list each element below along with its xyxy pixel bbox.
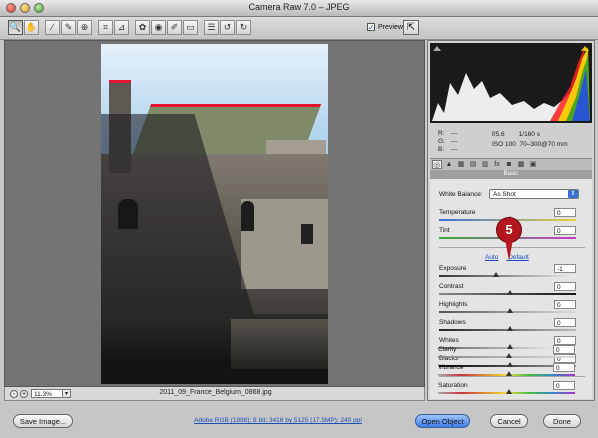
preview-label: Preview (378, 23, 403, 31)
slider-thumb[interactable] (506, 389, 512, 394)
tool-group: 🔍 ✋ ⁄ ✎ ⊕ ⌗ ⊿ ✿ ◉ ✐ ▭ ☰ ↺ ↻ (8, 20, 252, 36)
color-sampler-tool-button[interactable]: ✎ (61, 20, 76, 35)
rgb-labels: R: G: B: (438, 130, 445, 153)
whites-field[interactable]: 0 (554, 336, 576, 345)
exposure-field[interactable]: -1 (554, 264, 576, 273)
camera-raw-window: Camera Raw 7.0 – JPEG 🔍 ✋ ⁄ ✎ ⊕ ⌗ ⊿ ✿ ◉ … (0, 0, 598, 438)
straighten-tool-button[interactable]: ⊿ (114, 20, 129, 35)
contrast-slider[interactable]: Contrast 0 (439, 282, 585, 298)
histogram (430, 43, 592, 123)
hsl-tab[interactable]: ▤ (468, 160, 478, 169)
auto-link[interactable]: Auto (485, 254, 498, 261)
workflow-options-link[interactable]: Adobe RGB (1998); 8 bit; 3416 by 5125 (1… (160, 417, 396, 424)
preferences-button[interactable]: ☰ (204, 20, 219, 35)
temperature-field[interactable]: 0 (554, 208, 576, 217)
preview-checkbox[interactable]: ✓ (367, 23, 375, 32)
saturation-field[interactable]: 0 (553, 381, 575, 390)
presets-tab[interactable]: ▩ (516, 160, 526, 169)
exif-info: f/5.6 1/160 s ISO 100 70–300@70 mm (492, 131, 568, 148)
highlights-slider[interactable]: Highlights 0 (439, 300, 585, 316)
contrast-field[interactable]: 0 (554, 282, 576, 291)
slider-thumb[interactable] (507, 290, 513, 295)
status-bar: - + 11.3% ▾ 2011_09_France_Belgium_0868.… (4, 387, 425, 401)
slider-thumb[interactable] (506, 353, 512, 358)
title-bar: Camera Raw 7.0 – JPEG (0, 0, 598, 17)
open-object-button[interactable]: Open Object (415, 414, 470, 428)
vibrance-slider[interactable]: Vibrance 0 (438, 363, 584, 379)
red-eye-tool-button[interactable]: ◉ (151, 20, 166, 35)
clarity-field[interactable]: 0 (553, 345, 575, 354)
white-balance-label: White Balance: (439, 191, 483, 198)
shadows-field[interactable]: 0 (554, 318, 576, 327)
detail-tab[interactable]: ▦ (456, 160, 466, 169)
rotate-ccw-button[interactable]: ↺ (220, 20, 235, 35)
done-button[interactable]: Done (543, 414, 581, 428)
histogram-graph (432, 47, 590, 121)
effects-tab[interactable]: fx (492, 160, 502, 169)
fullscreen-button[interactable]: ⇱ (403, 20, 419, 35)
split-toning-tab[interactable]: ▥ (480, 160, 490, 169)
tone-curve-tab[interactable]: ▲ (444, 160, 454, 169)
basic-tab[interactable]: ◎ (432, 160, 442, 169)
preview-image (101, 44, 328, 384)
bottom-bar: Save Image... Adobe RGB (1998); 8 bit; 3… (0, 404, 598, 438)
tint-field[interactable]: 0 (554, 226, 576, 235)
shadows-slider[interactable]: Shadows 0 (439, 318, 585, 334)
clarity-slider[interactable]: Clarity 0 (438, 345, 584, 361)
slider-thumb[interactable] (507, 308, 513, 313)
window-title: Camera Raw 7.0 – JPEG (248, 2, 350, 12)
targeted-adjustment-tool-button[interactable]: ⊕ (77, 20, 92, 35)
save-image-button[interactable]: Save Image... (13, 414, 73, 428)
rotate-cw-button[interactable]: ↻ (236, 20, 251, 35)
saturation-slider[interactable]: Saturation 0 (438, 381, 584, 397)
slider-thumb[interactable] (507, 326, 513, 331)
white-balance-tool-button[interactable]: ⁄ (45, 20, 60, 35)
toolbar: 🔍 ✋ ⁄ ✎ ⊕ ⌗ ⊿ ✿ ◉ ✐ ▭ ☰ ↺ ↻ ✓ Preview ⇱ (0, 17, 598, 40)
slider-thumb[interactable] (506, 371, 512, 376)
adjustment-brush-tool-button[interactable]: ✐ (167, 20, 182, 35)
filename-label: 2011_09_France_Belgium_0868.jpg (159, 389, 272, 396)
exposure-slider[interactable]: Exposure -1 (439, 264, 585, 280)
hand-tool-button[interactable]: ✋ (24, 20, 39, 35)
spot-removal-tool-button[interactable]: ✿ (135, 20, 150, 35)
callout-pointer (505, 239, 513, 261)
highlights-field[interactable]: 0 (554, 300, 576, 309)
camera-info: R: G: B: --- --- --- f/5.6 1/160 s ISO 10… (430, 124, 592, 158)
panel-header: Basic (430, 170, 592, 179)
vibrance-field[interactable]: 0 (553, 363, 575, 372)
preview-toggle[interactable]: ✓ Preview (367, 23, 403, 32)
white-balance-select[interactable]: As Shot ⇕ (489, 189, 579, 199)
snapshots-tab[interactable]: ▣ (528, 160, 538, 169)
zoom-tool-button[interactable]: 🔍 (8, 20, 23, 35)
rgb-values: --- --- --- (451, 130, 458, 153)
crop-tool-button[interactable]: ⌗ (98, 20, 113, 35)
cancel-button[interactable]: Cancel (490, 414, 528, 428)
graduated-filter-tool-button[interactable]: ▭ (183, 20, 198, 35)
select-arrow-icon: ⇕ (568, 190, 578, 198)
camera-calibration-tab[interactable]: ◙ (504, 160, 514, 169)
slider-thumb[interactable] (493, 272, 499, 277)
